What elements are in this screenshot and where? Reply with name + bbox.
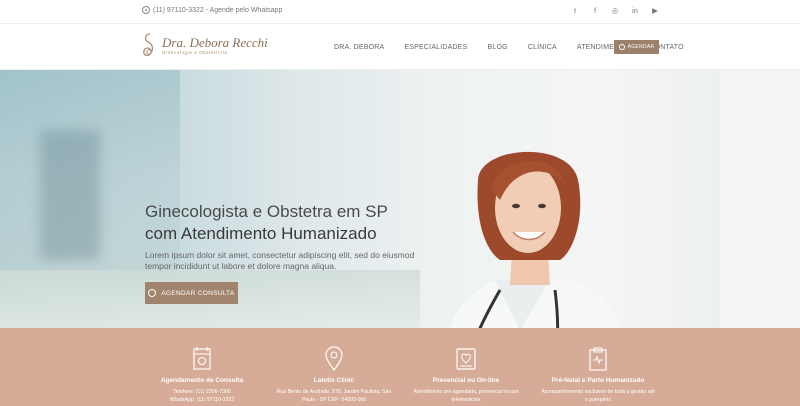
nav-dra-debora[interactable]: DRA. DEBORA: [334, 44, 384, 51]
location-pin-icon: [325, 346, 343, 372]
telemedicine-icon: [456, 348, 476, 370]
logo-name: Dra. Debora Recchi: [162, 35, 268, 50]
clipboard-icon: [589, 347, 607, 371]
whatsapp-icon: [142, 6, 150, 14]
twitter-icon[interactable]: t: [571, 6, 579, 16]
info-card-title: Lalotis Clinic: [313, 377, 355, 384]
info-card-line: o puerpério: [584, 397, 612, 403]
whatsapp-contact-text: (11) 97110-3322 - Agende pelo Whatsapp: [153, 6, 283, 14]
hero-banner: Ginecologista e Obstetra em SP com Atend…: [0, 70, 800, 328]
top-bar: (11) 97110-3322 - Agende pelo Whatsapp t…: [0, 0, 800, 24]
site-header: Dra. Debora Recchi Ginecologia e Obstetr…: [0, 24, 800, 70]
hero-subtitle: Lorem ipsum dolor sit amet, consectetur …: [145, 250, 415, 271]
calendar-icon: [193, 347, 211, 370]
youtube-icon[interactable]: ▶: [651, 6, 659, 16]
agendar-consulta-label: AGENDAR CONSULTA: [161, 289, 235, 297]
info-card-line: Rua Bento de Andrade, 578, Jardim Paulis…: [276, 389, 392, 395]
whatsapp-contact[interactable]: (11) 97110-3322 - Agende pelo Whatsapp: [142, 6, 282, 14]
linkedin-icon[interactable]: in: [631, 6, 639, 16]
logo-mark-icon: [143, 33, 154, 57]
info-strip: Agendamento de Consulta Telefone: (11) 2…: [0, 328, 800, 406]
info-card-line: Acompanhamento exclusivo de toda a gestã…: [541, 389, 655, 395]
agendar-button[interactable]: AGENDAR: [614, 40, 659, 54]
agendar-button-label: AGENDAR: [627, 44, 655, 50]
info-card-line: Atendimento pré-agendado, presencial ou …: [413, 389, 519, 395]
clock-icon: [618, 44, 625, 50]
clock-icon: [148, 289, 157, 297]
social-links: t f ◎ in ▶: [571, 6, 659, 16]
info-card-line: Paulo - SP CEP: 04503-000: [301, 397, 367, 403]
info-card-line: telemedicina: [451, 397, 481, 403]
nav-blog[interactable]: BLOG: [488, 44, 508, 51]
hero-headline-line1: Ginecologista e Obstetra em SP: [145, 202, 388, 221]
hero-headline-line2: com Atendimento Humanizado: [145, 224, 377, 243]
nav-especialidades[interactable]: ESPECIALIDADES: [404, 44, 467, 51]
info-card-line: WhatsApp: (11) 97110-3322: [169, 397, 235, 403]
hero-headline: Ginecologista e Obstetra em SP com Atend…: [145, 201, 425, 245]
site-logo[interactable]: Dra. Debora Recchi Ginecologia e Obstetr…: [141, 32, 268, 60]
info-card-title: Presencial ou On-line: [432, 377, 500, 384]
info-card-title: Agendamento de Consulta: [160, 377, 244, 384]
doctor-photo: [449, 151, 621, 328]
info-card-title: Pré-Natal e Parto Humanizado: [551, 377, 645, 384]
logo-tagline: Ginecologia e Obstetrícia: [162, 50, 228, 55]
info-card-line: Telefone: (11) 2306-7300: [173, 389, 231, 395]
nav-clinica[interactable]: CLÍNICA: [528, 44, 557, 51]
instagram-icon[interactable]: ◎: [611, 6, 619, 16]
agendar-consulta-button[interactable]: AGENDAR CONSULTA: [145, 282, 238, 304]
facebook-icon[interactable]: f: [591, 6, 599, 16]
